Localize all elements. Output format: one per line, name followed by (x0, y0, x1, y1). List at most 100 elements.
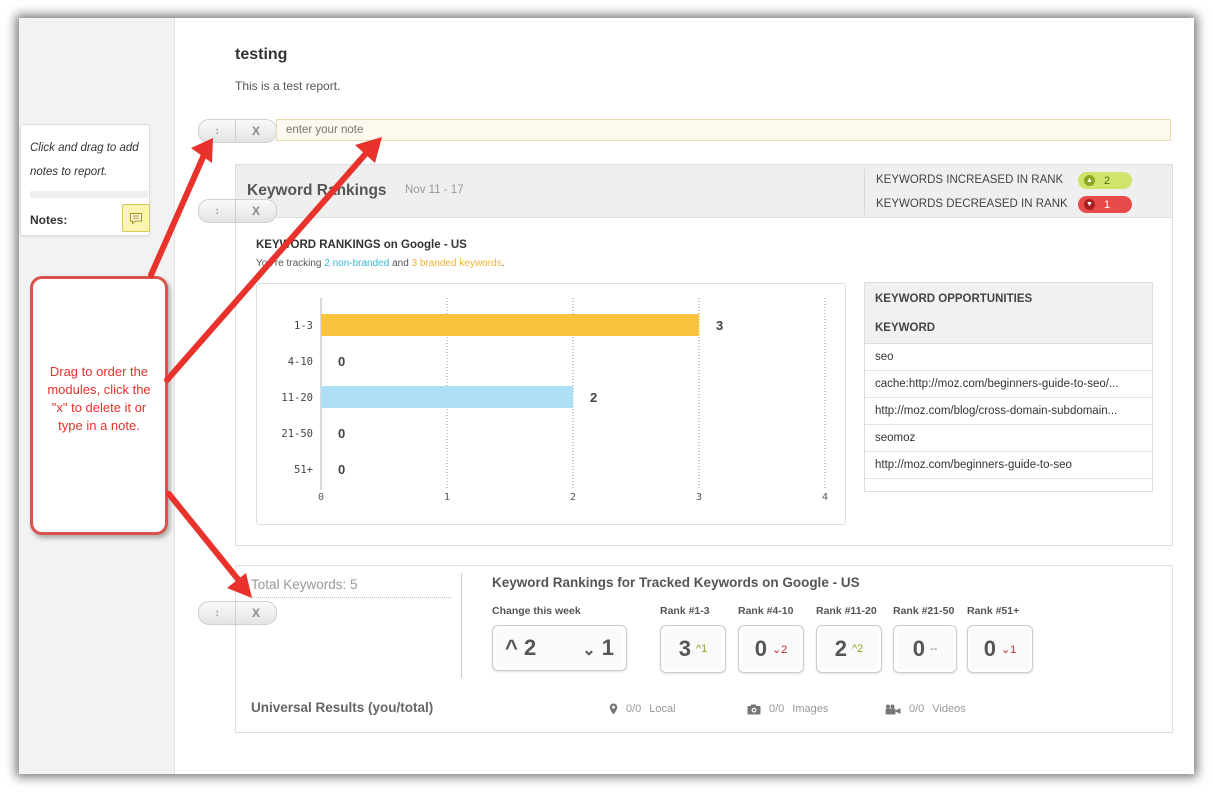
universal-local: 0/0 Local (609, 703, 676, 715)
opportunities-header: KEYWORD OPPORTUNITIES KEYWORD (865, 283, 1152, 344)
rank-value: 2 (834, 636, 847, 661)
delete-module-button[interactable]: X (236, 602, 276, 624)
report-window: Click and drag to add notes to report. N… (19, 18, 1194, 774)
opportunities-column-header: KEYWORD (875, 322, 936, 334)
chevron-down-icon: ⌄ (1000, 643, 1011, 656)
rankings-section-title: KEYWORD RANKINGS on Google - US (256, 239, 467, 251)
y-category-label: 1-3 (294, 320, 313, 332)
tracked-title: Keyword Rankings for Tracked Keywords on… (492, 575, 860, 590)
rank-delta: -- (930, 643, 937, 655)
increased-label: KEYWORDS INCREASED IN RANK (876, 174, 1064, 186)
keyword-rankings-module: Keyword Rankings Nov 11 - 17 KEYWORDS IN… (235, 164, 1173, 546)
universal-images: 0/0 Images (747, 703, 828, 715)
rank-delta-value: 1 (701, 643, 708, 655)
chart-bar (321, 314, 699, 336)
branded-link[interactable]: 3 branded keywords (412, 258, 502, 269)
rank-label: Rank #11-20 (816, 605, 877, 617)
change-decrease: ⌄ 1 (582, 635, 614, 661)
keyword-row: seo (865, 344, 1152, 371)
y-category-label: 51+ (294, 464, 313, 476)
total-keywords: Total Keywords: 5 (251, 577, 358, 592)
arrow-up-icon: ▲ (1084, 175, 1095, 186)
y-category-label: 11-20 (281, 392, 313, 404)
chevron-up-icon: ^ (505, 635, 518, 660)
non-branded-link[interactable]: 2 non-branded (324, 258, 389, 269)
rank-delta-value: 1 (1010, 643, 1017, 656)
rank-label: Rank #51+ (967, 605, 1020, 617)
drag-handle-icon[interactable]: ↕ (199, 120, 236, 142)
rank-value: 0 (912, 636, 925, 661)
data-label: 0 (338, 462, 345, 477)
universal-type: Local (649, 703, 676, 715)
opportunities-title: KEYWORD OPPORTUNITIES (875, 293, 1033, 305)
change-increase: ^ 2 (505, 635, 536, 661)
tracking-prefix: You're tracking (256, 258, 322, 269)
module-divider (461, 573, 462, 678)
header-divider (864, 169, 865, 215)
universal-value: 0/0 (909, 703, 925, 715)
note-icon[interactable] (122, 204, 150, 232)
rank-value: 0 (754, 636, 767, 661)
universal-videos: 0/0 Videos (885, 703, 966, 715)
rank-label: Rank #4-10 (738, 605, 794, 617)
rank-delta: ⌄2 (772, 643, 787, 656)
date-range: Nov 11 - 17 (405, 184, 464, 196)
rank-delta-value: 2 (781, 643, 788, 656)
rank-label: Rank #1-3 (660, 605, 710, 617)
decreased-count: 1 (1104, 198, 1111, 211)
module-title: Keyword Rankings (247, 182, 387, 199)
keyword-row: seomoz (865, 425, 1152, 452)
total-divider (251, 597, 451, 598)
rank-value: 0 (983, 636, 996, 661)
rank-tile: 0 ⌄2 (738, 625, 804, 673)
camera-icon (747, 704, 761, 715)
notes-divider (30, 191, 148, 198)
tracking-and: and (392, 258, 409, 269)
decreased-badge: ▼ 1 (1078, 196, 1132, 213)
change-tile: ^ 2 ⌄ 1 (492, 625, 627, 671)
rank-delta: ^1 (696, 643, 707, 655)
delete-module-button[interactable]: X (236, 200, 276, 222)
keyword-row: http://moz.com/blog/cross-domain-subdoma… (865, 398, 1152, 425)
rank-tile: 2 ^2 (816, 625, 882, 673)
module-controls: ↕ X (198, 119, 277, 143)
rank-delta: ^2 (852, 643, 863, 655)
chevron-down-icon: ⌄ (771, 643, 782, 656)
keyword-row: http://moz.com/beginners-guide-to-seo (865, 452, 1152, 479)
tracking-suffix: . (501, 258, 505, 269)
drag-handle-icon[interactable]: ↕ (199, 200, 236, 222)
drag-handle-icon[interactable]: ↕ (199, 602, 236, 624)
keyword-opportunities-panel: KEYWORD OPPORTUNITIES KEYWORD seo cache:… (864, 282, 1153, 492)
sidebar: Click and drag to add notes to report. N… (19, 18, 175, 774)
x-tick-label: 3 (696, 492, 702, 503)
chevron-down-icon: ⌄ (582, 642, 596, 659)
rankings-chart: 0 1 2 3 4 1-3 3 4-10 0 11-20 2 21-50 0 51+ 0 (256, 283, 846, 525)
module-header: Keyword Rankings Nov 11 - 17 KEYWORDS IN… (236, 165, 1172, 218)
video-camera-icon (885, 704, 901, 715)
arrow-down-icon: ▼ (1084, 199, 1095, 210)
increased-count: 2 (1104, 174, 1111, 187)
universal-value: 0/0 (626, 703, 642, 715)
change-increase-value: 2 (523, 635, 537, 660)
x-tick-label: 2 (570, 492, 576, 503)
notes-hint: Click and drag to add notes to report. (30, 142, 139, 178)
map-pin-icon (609, 703, 618, 715)
increased-badge: ▲ 2 (1078, 172, 1132, 189)
y-category-label: 21-50 (281, 428, 313, 440)
notes-label: Notes: (30, 213, 68, 227)
data-label: 0 (338, 354, 345, 369)
rank-delta: ⌄1 (1001, 643, 1016, 656)
universal-type: Videos (932, 703, 966, 715)
rank-tile: 0 -- (893, 625, 957, 673)
delete-note-button[interactable]: X (236, 120, 276, 142)
note-input[interactable] (276, 119, 1171, 141)
data-label: 3 (716, 318, 723, 333)
chart-bar (321, 386, 573, 408)
report-title: testing (235, 46, 288, 63)
rank-label: Rank #21-50 (893, 605, 955, 617)
universal-results-label: Universal Results (you/total) (251, 700, 434, 715)
report-description: This is a test report. (235, 79, 341, 93)
decreased-label: KEYWORDS DECREASED IN RANK (876, 198, 1068, 210)
data-label: 0 (338, 426, 345, 441)
keyword-row: cache:http://moz.com/beginners-guide-to-… (865, 371, 1152, 398)
